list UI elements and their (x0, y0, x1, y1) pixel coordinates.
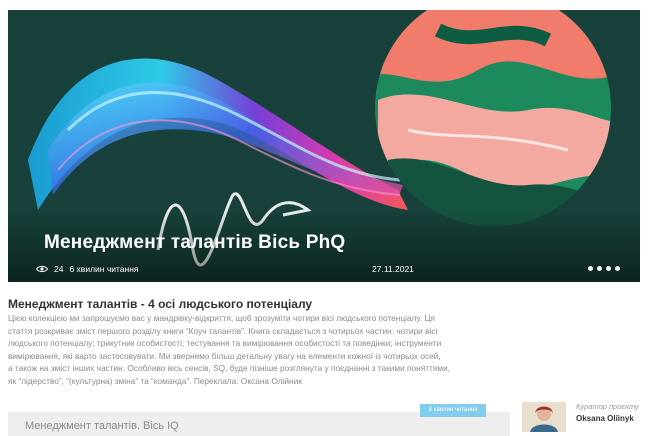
slide-dot[interactable] (606, 266, 611, 271)
slider-dots[interactable] (588, 266, 620, 271)
slide-dot[interactable] (588, 266, 593, 271)
slide-dot[interactable] (597, 266, 602, 271)
hero-meta: 24 6 хвилин читання (36, 264, 139, 274)
slide-dot[interactable] (615, 266, 620, 271)
hero-banner[interactable]: Менеджмент талантів Вісь PhQ (8, 10, 640, 282)
read-time: 6 хвилин читання (69, 264, 139, 274)
views-count: 24 (54, 264, 64, 274)
eye-icon (36, 265, 48, 273)
next-article-title[interactable]: Менеджмент талантів. Вісь IQ (25, 420, 179, 432)
curator-name[interactable]: Oksana Oliinyk (576, 414, 634, 423)
article-description: Цією колекцією ми запрошуємо вас у мандр… (8, 312, 640, 388)
read-time-badge: 8 хвилин читання (420, 404, 486, 417)
article-title[interactable]: Менеджмент талантів - 4 осі людського по… (8, 297, 312, 311)
description-line: Цією колекцією ми запрошуємо вас у мандр… (8, 313, 435, 323)
hero-title[interactable]: Менеджмент талантів Вісь PhQ (44, 232, 345, 254)
avatar-image (522, 402, 566, 432)
description-line: людського потенціалу; трикутник особисто… (8, 338, 442, 349)
description-line: а також на зміст інших частин. Особливо … (8, 363, 450, 374)
description-line: як “лідерство”, “(культурна) зміна” та “… (8, 375, 302, 386)
publish-date: 27.11.2021 (372, 264, 414, 274)
curator-label: Куратор проєкту (576, 402, 639, 411)
description-line: вимірювання, які варто застосовувати. Ми… (8, 350, 441, 361)
description-line: стаття розкриває зміст першого розділу к… (8, 325, 438, 336)
avatar[interactable] (522, 402, 566, 432)
